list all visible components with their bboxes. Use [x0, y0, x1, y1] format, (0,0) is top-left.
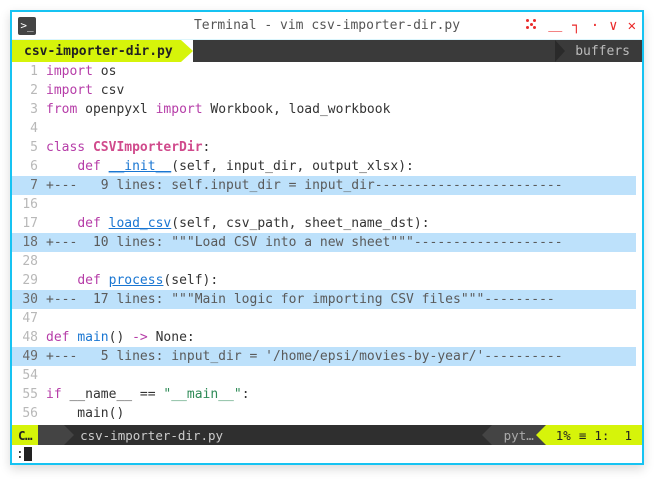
- code-line[interactable]: [46, 252, 636, 271]
- status-mode: C…: [12, 425, 38, 445]
- code-line[interactable]: main(): [46, 404, 636, 423]
- line-number: 49: [12, 347, 46, 366]
- editor-area[interactable]: csv-importer-dir.py buffers 1import os2i…: [12, 40, 642, 463]
- code-line[interactable]: if __name__ == "__main__":: [46, 385, 636, 404]
- cursor: [24, 447, 32, 461]
- line-number: 5: [12, 138, 46, 157]
- code-line[interactable]: class CSVImporterDir:: [46, 138, 636, 157]
- code-line[interactable]: def main() -> None:: [46, 328, 636, 347]
- command-line[interactable]: :: [12, 445, 642, 463]
- line-number: 28: [12, 252, 46, 271]
- restore-icon[interactable]: ·: [591, 19, 599, 33]
- bufferline: csv-importer-dir.py buffers: [12, 40, 642, 62]
- code-row[interactable]: 48def main() -> None:: [12, 328, 636, 347]
- line-number: 30: [12, 290, 46, 309]
- line-number: 47: [12, 309, 46, 328]
- code-line[interactable]: def load_csv(self, csv_path, sheet_name_…: [46, 214, 636, 233]
- terminal-window: >_ Terminal - vim csv-importer-dir.py ＿ …: [10, 10, 644, 465]
- maximize-icon[interactable]: ┐: [572, 19, 580, 33]
- code-row[interactable]: 54: [12, 366, 636, 385]
- code-row[interactable]: 5class CSVImporterDir:: [12, 138, 636, 157]
- line-number: 3: [12, 100, 46, 119]
- titlebar: >_ Terminal - vim csv-importer-dir.py ＿ …: [12, 12, 642, 40]
- line-number: 48: [12, 328, 46, 347]
- minimize-icon[interactable]: ＿: [548, 19, 562, 33]
- fold-line[interactable]: +--- 5 lines: input_dir = '/home/epsi/mo…: [46, 347, 636, 366]
- code-line[interactable]: import csv: [46, 81, 636, 100]
- code-line[interactable]: [46, 366, 636, 385]
- code-line[interactable]: def process(self):: [46, 271, 636, 290]
- code-row[interactable]: 1import os: [12, 62, 636, 81]
- status-branch: [38, 425, 64, 445]
- code-row[interactable]: 29 def process(self):: [12, 271, 636, 290]
- code-row[interactable]: 2import csv: [12, 81, 636, 100]
- code-row[interactable]: 6 def __init__(self, input_dir, output_x…: [12, 157, 636, 176]
- line-number: 18: [12, 233, 46, 252]
- status-line-col: 1: 1: [594, 426, 632, 445]
- bufferline-filename[interactable]: csv-importer-dir.py: [12, 40, 181, 62]
- line-number: 29: [12, 271, 46, 290]
- close-icon[interactable]: ✕: [628, 19, 636, 33]
- code-line[interactable]: [46, 119, 636, 138]
- code-row[interactable]: 3from openpyxl import Workbook, load_wor…: [12, 100, 636, 119]
- code-row[interactable]: 16: [12, 195, 636, 214]
- bufferline-spacer: [193, 40, 555, 62]
- fold-line[interactable]: +--- 9 lines: self.input_dir = input_dir…: [46, 176, 636, 195]
- code-line[interactable]: from openpyxl import Workbook, load_work…: [46, 100, 636, 119]
- fold-line[interactable]: +--- 17 lines: """Main logic for importi…: [46, 290, 636, 309]
- window-controls: ＿ ┐ · ∨ ✕: [524, 17, 636, 34]
- line-number: 55: [12, 385, 46, 404]
- status-filename: csv-importer-dir.py: [64, 425, 492, 445]
- line-number: 1: [12, 62, 46, 81]
- code-row[interactable]: 28: [12, 252, 636, 271]
- status-percent: 1%: [556, 426, 571, 445]
- code-row[interactable]: 17 def load_csv(self, csv_path, sheet_na…: [12, 214, 636, 233]
- shade-icon[interactable]: ∨: [609, 19, 617, 33]
- keep-above-icon[interactable]: [524, 17, 538, 34]
- code-line[interactable]: [46, 195, 636, 214]
- code-row[interactable]: 55if __name__ == "__main__":: [12, 385, 636, 404]
- bufferline-label: buffers: [555, 40, 642, 62]
- terminal-icon: >_: [18, 17, 36, 35]
- statusline: C… csv-importer-dir.py pyt… 1% ≡ 1: 1: [12, 425, 642, 445]
- code-area[interactable]: 1import os2import csv3from openpyxl impo…: [12, 62, 642, 425]
- line-number: 4: [12, 119, 46, 138]
- line-number: 7: [12, 176, 46, 195]
- line-number: 16: [12, 195, 46, 214]
- code-line[interactable]: [46, 309, 636, 328]
- fold-line[interactable]: +--- 10 lines: """Load CSV into a new sh…: [46, 233, 636, 252]
- code-line[interactable]: def __init__(self, input_dir, output_xls…: [46, 157, 636, 176]
- code-row[interactable]: 18+--- 10 lines: """Load CSV into a new …: [12, 233, 636, 252]
- line-number: 17: [12, 214, 46, 233]
- code-row[interactable]: 49+--- 5 lines: input_dir = '/home/epsi/…: [12, 347, 636, 366]
- line-number: 56: [12, 404, 46, 423]
- code-row[interactable]: 47: [12, 309, 636, 328]
- line-number: 2: [12, 81, 46, 100]
- line-number: 54: [12, 366, 46, 385]
- code-row[interactable]: 56 main(): [12, 404, 636, 423]
- code-line[interactable]: import os: [46, 62, 636, 81]
- status-position: 1% ≡ 1: 1: [546, 425, 642, 445]
- line-number: 6: [12, 157, 46, 176]
- linenr-icon: ≡: [579, 426, 587, 445]
- code-row[interactable]: 30+--- 17 lines: """Main logic for impor…: [12, 290, 636, 309]
- code-row[interactable]: 7+--- 9 lines: self.input_dir = input_di…: [12, 176, 636, 195]
- cmdline-prefix: :: [16, 445, 24, 464]
- code-row[interactable]: 4: [12, 119, 636, 138]
